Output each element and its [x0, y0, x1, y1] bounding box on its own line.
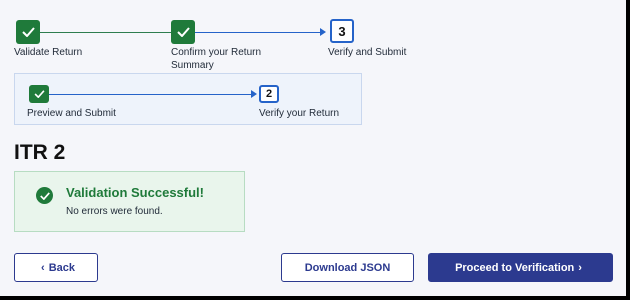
check-icon — [34, 90, 45, 98]
step-number: 3 — [338, 23, 346, 39]
step-connector-1 — [40, 32, 171, 33]
check-icon — [39, 191, 50, 200]
proceed-label: Proceed to Verification — [455, 261, 575, 274]
chevron-left-icon: ‹ — [41, 261, 45, 274]
substep-verify-current: 2 — [259, 85, 279, 103]
arrow-right-icon — [251, 90, 257, 98]
step-label-confirm-summary: Confirm your Return Summary — [171, 46, 261, 72]
step-connector-2 — [195, 32, 320, 33]
step-label-validate-return: Validate Return — [14, 47, 83, 58]
return-filing-page: Validate Return Confirm your Return Summ… — [0, 0, 630, 300]
substep-label-verify: Verify your Return — [259, 108, 340, 119]
download-json-label: Download JSON — [304, 261, 391, 274]
validation-message: No errors were found. — [66, 206, 163, 217]
proceed-to-verification-button[interactable]: Proceed to Verification › — [428, 253, 613, 282]
check-icon — [21, 27, 35, 37]
step-confirm-summary-done — [171, 20, 195, 44]
substep-preview-done — [29, 85, 49, 103]
check-circle-icon — [36, 187, 53, 204]
back-button[interactable]: ‹ Back — [14, 253, 98, 282]
step-verify-submit-current: 3 — [330, 19, 354, 43]
page-title: ITR 2 — [14, 141, 66, 164]
step-validate-return-done — [16, 20, 40, 44]
chevron-right-icon: › — [578, 261, 582, 274]
step-label-verify-submit: Verify and Submit — [328, 47, 407, 58]
substep-panel: 2 Preview and Submit Verify your Return — [14, 73, 362, 125]
substep-label-preview: Preview and Submit — [27, 108, 116, 119]
validation-title: Validation Successful! — [66, 185, 204, 200]
substep-number: 2 — [265, 88, 273, 100]
substep-connector — [49, 94, 251, 95]
arrow-right-icon — [320, 28, 326, 36]
validation-success-card: Validation Successful! No errors were fo… — [14, 171, 245, 232]
check-icon — [176, 27, 190, 37]
step-label-line1: Confirm your Return — [171, 47, 262, 58]
step-label-line2: Summary — [171, 60, 214, 71]
back-button-label: Back — [48, 261, 75, 274]
download-json-button[interactable]: Download JSON — [281, 253, 414, 282]
